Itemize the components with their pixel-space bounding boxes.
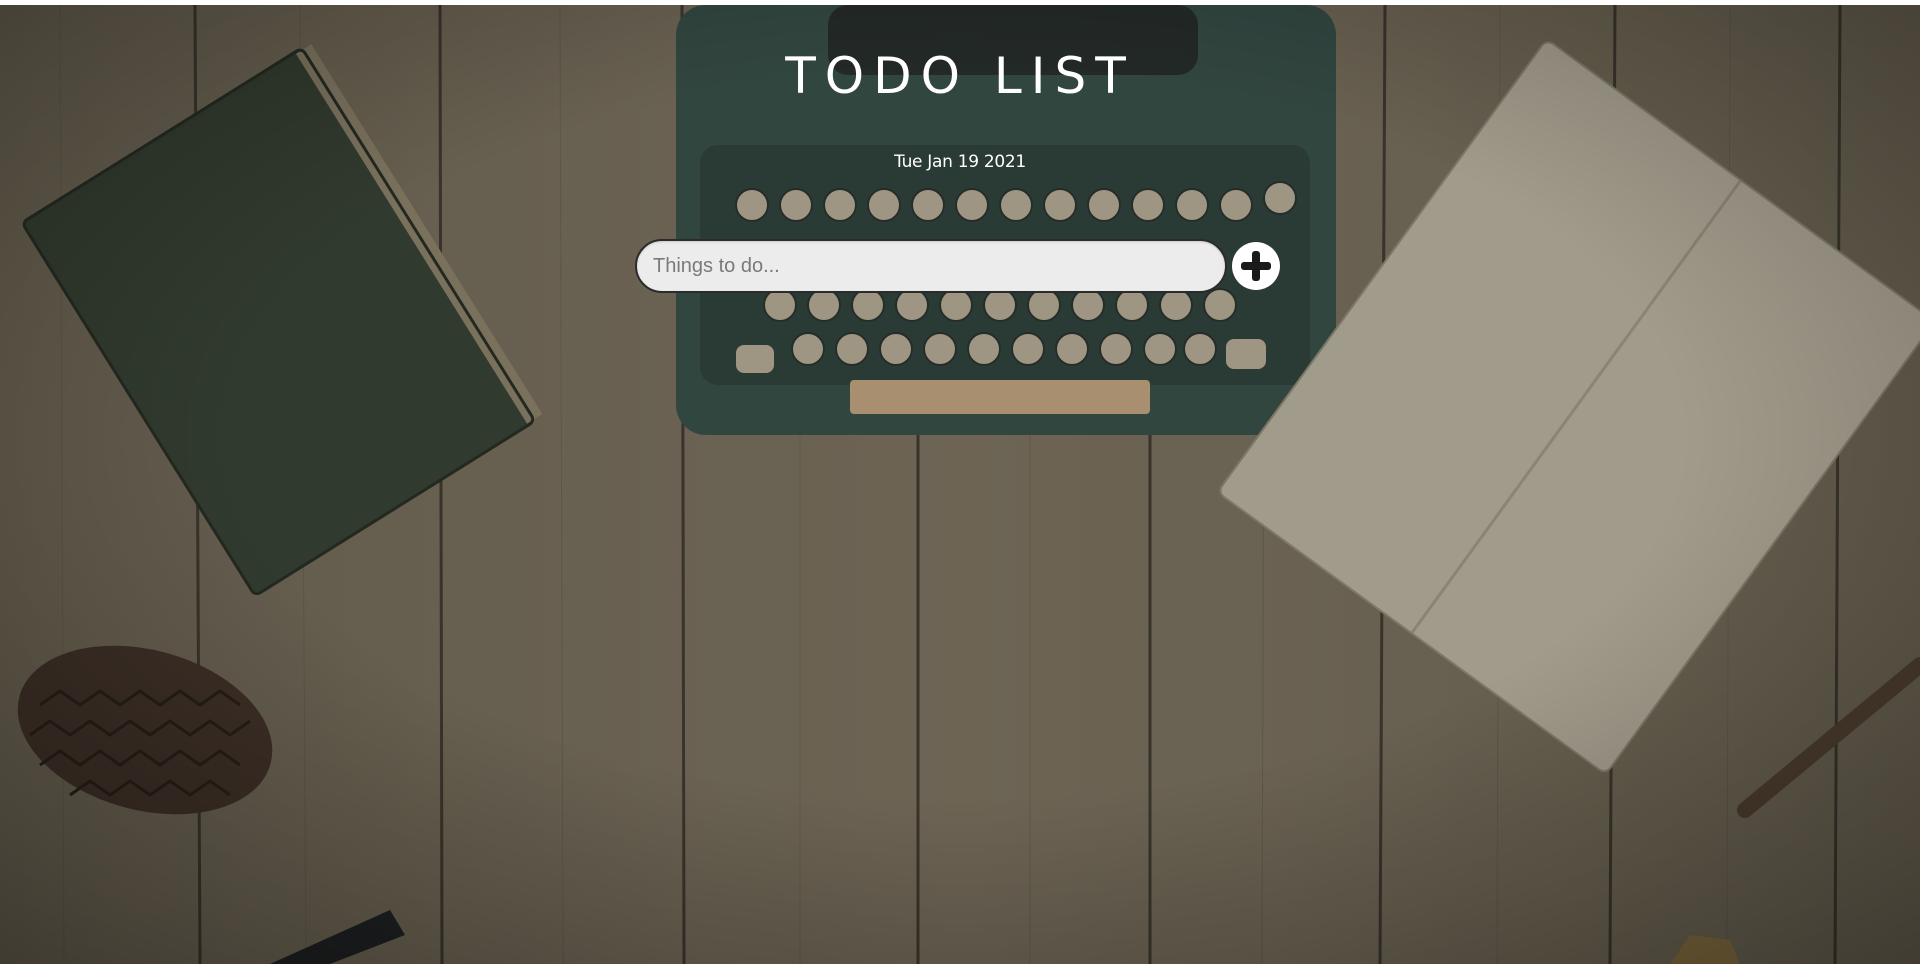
current-date: Tue Jan 19 2021 <box>894 152 1026 172</box>
todo-app: TODO LIST Tue Jan 19 2021 <box>0 0 1920 964</box>
plus-circle-icon <box>1239 249 1273 283</box>
add-todo-button[interactable] <box>1232 242 1280 290</box>
page-title: TODO LIST <box>785 47 1135 105</box>
app-window: TODO LIST Tue Jan 19 2021 <box>0 0 1920 964</box>
todo-input[interactable] <box>635 239 1227 293</box>
